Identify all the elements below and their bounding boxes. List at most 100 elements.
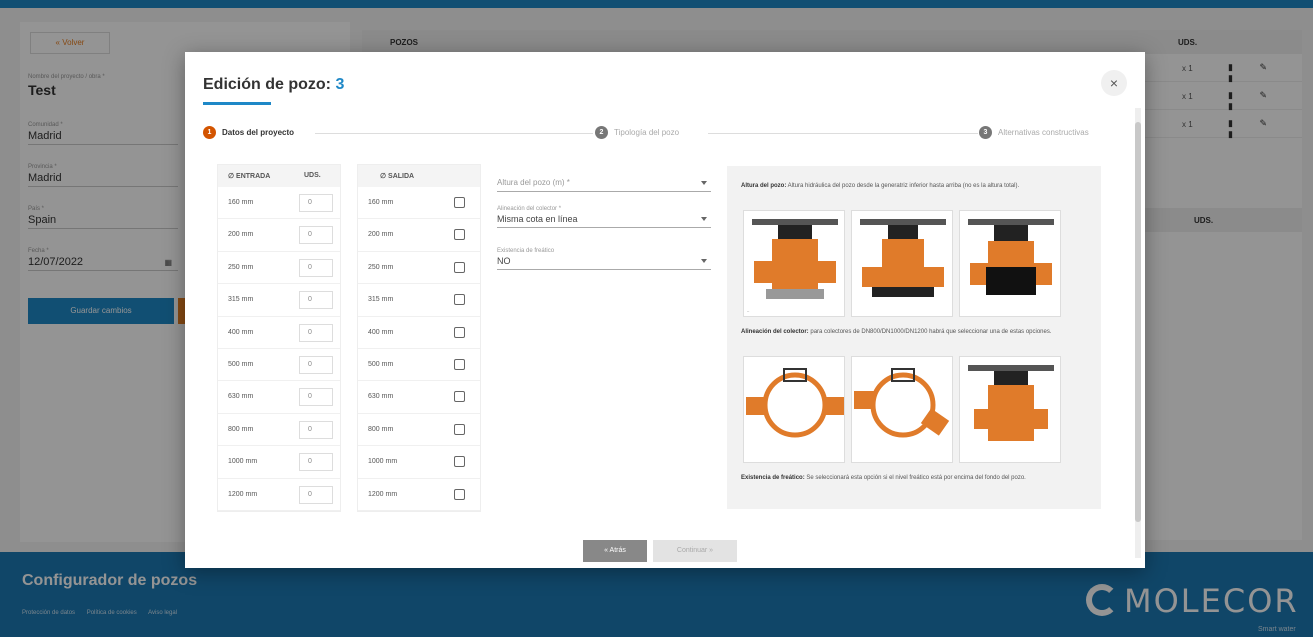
table-row: 630 mm: [358, 381, 480, 414]
dropdown-arrow-icon: [701, 181, 707, 185]
size-label: 800 mm: [368, 425, 394, 433]
help-altura-title: Altura del pozo:: [741, 183, 787, 189]
size-label: 1200 mm: [368, 490, 398, 498]
salida-checkbox[interactable]: [454, 456, 465, 468]
freatico-value: NO: [497, 256, 511, 266]
manhole-drawing: [860, 219, 946, 297]
scroll-thumb[interactable]: [1135, 122, 1141, 522]
size-label: 400 mm: [228, 328, 254, 336]
alineacion-value: Misma cota en línea: [497, 214, 578, 224]
altura-placeholder: Altura del pozo (m) *: [497, 178, 570, 187]
qty-input[interactable]: 0: [299, 291, 333, 310]
pozo-height-diagram-1: ─: [743, 210, 845, 317]
step-alternativas[interactable]: 3 Alternativas constructivas: [979, 126, 1095, 139]
close-icon[interactable]: ×: [1101, 70, 1127, 96]
table-row: 315 mm: [358, 284, 480, 317]
help-freatico-text: Se seleccionará esta opción si el nivel …: [804, 475, 1026, 481]
size-label: 160 mm: [368, 199, 394, 206]
table-row: 400 mm: [358, 317, 480, 349]
diagram-caption: ─: [747, 309, 750, 313]
pipe-alignment-drawing: [854, 368, 950, 438]
dropdown-arrow-icon: [701, 217, 707, 221]
altura-select[interactable]: Altura del pozo (m) *: [497, 174, 711, 192]
help-alineacion-title: Alineación del colector:: [741, 329, 809, 335]
continue-button[interactable]: Continuar »: [653, 540, 737, 562]
size-label: 160 mm: [228, 199, 254, 206]
size-label: 1000 mm: [368, 458, 398, 466]
table-row: 160 mm 0: [218, 187, 340, 220]
modal-title: Edición de pozo: 3: [203, 76, 344, 94]
help-altura: Altura del pozo: Altura hidráulica del p…: [741, 182, 1087, 190]
step-connector: [708, 133, 978, 134]
salida-checkbox[interactable]: [454, 326, 465, 338]
size-label: 800 mm: [228, 425, 254, 433]
table-row: 200 mm 0: [218, 219, 340, 252]
back-step-button[interactable]: « Atrás: [583, 540, 647, 562]
salida-table: ∅ SALIDA 160 mm 200 mm 250 mm 315 mm 400…: [357, 164, 481, 512]
salida-checkbox[interactable]: [454, 197, 465, 208]
qty-input[interactable]: 0: [299, 420, 333, 439]
help-freatico-title: Existencia de freático:: [741, 475, 805, 481]
table-row: 250 mm 0: [218, 252, 340, 285]
help-freatico: Existencia de freático: Se seleccionará …: [741, 474, 1087, 482]
salida-checkbox[interactable]: [454, 423, 465, 435]
dropdown-arrow-icon: [701, 259, 707, 263]
entrada-table-header: ∅ ENTRADA UDS.: [218, 165, 340, 187]
manhole-drawing: [968, 365, 1054, 441]
manhole-drawing: [968, 219, 1054, 295]
size-label: 315 mm: [368, 296, 394, 304]
qty-input[interactable]: 0: [299, 388, 333, 407]
size-label: 630 mm: [228, 393, 254, 401]
salida-table-header: ∅ SALIDA: [358, 165, 480, 187]
help-alineacion: Alineación del colector: para colectores…: [741, 328, 1087, 336]
modal-title-text: Edición de pozo:: [203, 76, 331, 93]
salida-checkbox[interactable]: [454, 488, 465, 500]
salida-checkbox[interactable]: [454, 391, 465, 403]
help-panel: Altura del pozo: Altura hidráulica del p…: [727, 166, 1101, 509]
table-row: 1200 mm 0: [218, 479, 340, 511]
salida-checkbox[interactable]: [454, 294, 465, 306]
qty-input[interactable]: 0: [299, 355, 333, 374]
qty-input[interactable]: 0: [299, 226, 333, 245]
qty-input[interactable]: 0: [299, 323, 333, 342]
entrada-header: ∅ ENTRADA: [228, 173, 271, 180]
step-label: Tipología del pozo: [614, 128, 680, 137]
qty-input[interactable]: 0: [299, 258, 333, 277]
step-tipologia[interactable]: 2 Tipología del pozo: [595, 126, 686, 139]
edit-pozo-modal: Edición de pozo: 3 × 1 Datos del proyect…: [185, 52, 1145, 568]
size-label: 250 mm: [228, 263, 254, 271]
table-row: 630 mm 0: [218, 381, 340, 414]
table-row: 160 mm: [358, 187, 480, 220]
help-alineacion-text: para colectores de DN800/DN1000/DN1200 h…: [808, 329, 1052, 335]
size-label: 200 mm: [228, 231, 254, 239]
table-row: 315 mm 0: [218, 284, 340, 317]
step-label: Datos del proyecto: [222, 128, 295, 137]
freatico-select[interactable]: Existencia de freático NO: [497, 248, 711, 270]
size-label: 500 mm: [368, 360, 394, 368]
step-number: 2: [595, 126, 608, 139]
size-label: 400 mm: [368, 328, 394, 336]
wizard-stepper: 1 Datos del proyecto 2 Tipología del poz…: [203, 126, 1115, 142]
table-row: 800 mm: [358, 414, 480, 447]
qty-input[interactable]: 0: [299, 485, 333, 504]
salida-checkbox[interactable]: [454, 261, 465, 273]
size-label: 250 mm: [368, 263, 394, 271]
modal-scrollbar[interactable]: [1135, 108, 1141, 558]
manhole-drawing: [752, 219, 838, 299]
qty-input[interactable]: 0: [299, 194, 333, 212]
qty-input[interactable]: 0: [299, 453, 333, 472]
size-label: 315 mm: [228, 296, 254, 304]
size-label: 200 mm: [368, 231, 394, 239]
table-row: 800 mm 0: [218, 414, 340, 447]
table-row: 250 mm: [358, 252, 480, 285]
size-label: 1000 mm: [228, 458, 258, 466]
size-label: 630 mm: [368, 393, 394, 401]
salida-checkbox[interactable]: [454, 358, 465, 370]
uds-header: UDS.: [304, 172, 321, 179]
title-underline: [203, 102, 271, 105]
size-label: 500 mm: [228, 360, 254, 368]
alineacion-select[interactable]: Alineación del colector * Misma cota en …: [497, 206, 711, 228]
salida-checkbox[interactable]: [454, 229, 465, 241]
step-datos-proyecto[interactable]: 1 Datos del proyecto: [203, 126, 301, 139]
alignment-diagram-1: [743, 356, 845, 463]
